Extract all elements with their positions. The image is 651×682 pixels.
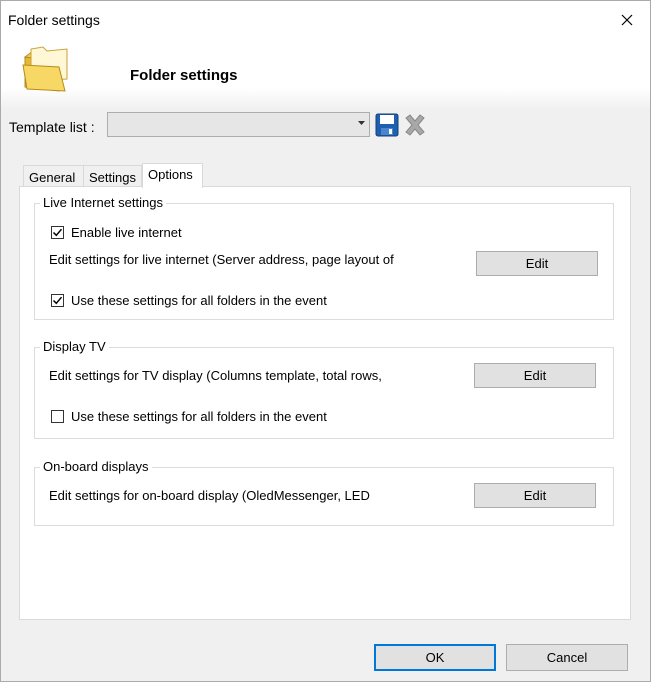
tab-settings-label: Settings: [89, 170, 136, 185]
onboard-edit-button[interactable]: Edit: [474, 483, 596, 508]
display-tv-edit-description: Edit settings for TV display (Columns te…: [49, 368, 382, 383]
header-title: Folder settings: [130, 67, 238, 84]
folder-icon: [22, 46, 68, 92]
dialog-header: Folder settings: [1, 39, 650, 109]
live-internet-all-folders-label: Use these settings for all folders in th…: [71, 293, 327, 308]
display-tv-edit-button[interactable]: Edit: [474, 363, 596, 388]
tab-general[interactable]: General: [23, 165, 84, 187]
onboard-displays-legend: On-board displays: [40, 459, 152, 474]
tab-settings[interactable]: Settings: [83, 165, 142, 187]
tab-options-label: Options: [148, 167, 193, 182]
cancel-label: Cancel: [546, 650, 588, 665]
onboard-displays-group: On-board displays Edit settings for on-b…: [34, 459, 614, 526]
folder-settings-dialog: Folder settings Folder settings Template…: [0, 0, 651, 682]
enable-live-internet-checkbox[interactable]: Enable live internet: [51, 225, 182, 240]
live-internet-edit-button[interactable]: Edit: [476, 251, 598, 276]
cancel-button[interactable]: Cancel: [506, 644, 628, 671]
display-tv-all-folders-checkbox[interactable]: Use these settings for all folders in th…: [51, 409, 327, 424]
enable-live-internet-label: Enable live internet: [71, 225, 182, 240]
checkmark-icon: [52, 296, 63, 305]
ok-label: OK: [425, 650, 445, 665]
onboard-edit-description: Edit settings for on-board display (Oled…: [49, 488, 370, 503]
live-internet-group: Live Internet settings Enable live inter…: [34, 195, 614, 320]
template-list-label: Template list :: [9, 119, 95, 135]
checkbox-box: [51, 294, 64, 307]
checkmark-icon: [52, 228, 63, 237]
chevron-down-icon: [358, 121, 365, 125]
close-icon: [621, 14, 633, 26]
live-internet-edit-label: Edit: [525, 256, 549, 271]
tab-options[interactable]: Options: [142, 163, 203, 188]
save-icon[interactable]: [375, 113, 399, 137]
ok-button[interactable]: OK: [374, 644, 496, 671]
delete-icon[interactable]: [403, 113, 427, 137]
live-internet-legend: Live Internet settings: [40, 195, 166, 210]
checkbox-box: [51, 226, 64, 239]
options-panel: Live Internet settings Enable live inter…: [19, 186, 631, 620]
template-list-dropdown[interactable]: [107, 112, 370, 137]
close-button[interactable]: [604, 1, 650, 39]
checkbox-box: [51, 410, 64, 423]
tab-general-label: General: [29, 170, 76, 185]
title-bar[interactable]: Folder settings: [1, 1, 650, 39]
live-internet-edit-description: Edit settings for live internet (Server …: [49, 252, 394, 267]
display-tv-group: Display TV Edit settings for TV display …: [34, 339, 614, 439]
live-internet-all-folders-checkbox[interactable]: Use these settings for all folders in th…: [51, 293, 327, 308]
display-tv-edit-label: Edit: [523, 368, 547, 383]
display-tv-legend: Display TV: [40, 339, 109, 354]
window-title: Folder settings: [8, 12, 100, 28]
onboard-edit-label: Edit: [523, 488, 547, 503]
display-tv-all-folders-label: Use these settings for all folders in th…: [71, 409, 327, 424]
